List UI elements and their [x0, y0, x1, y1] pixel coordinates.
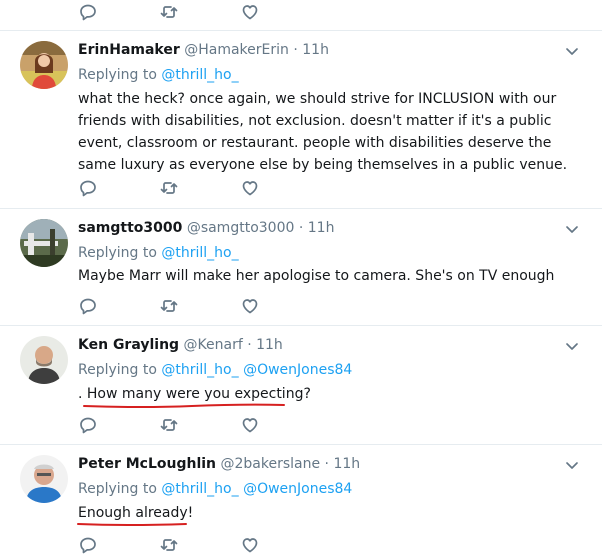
- display-name[interactable]: samgtto3000: [78, 220, 182, 236]
- timestamp[interactable]: 11h: [308, 220, 335, 236]
- display-name[interactable]: ErinHamaker: [78, 42, 180, 58]
- reply-icon[interactable]: [78, 2, 98, 22]
- retweet-icon[interactable]: [159, 2, 179, 22]
- like-icon[interactable]: [240, 2, 260, 22]
- chevron-down-icon[interactable]: [564, 338, 580, 354]
- avatar[interactable]: [20, 219, 68, 267]
- retweet-icon[interactable]: [159, 296, 179, 316]
- replying-to: Replying to @thrill_ho_: [78, 244, 239, 262]
- mention-link[interactable]: @OwenJones84: [243, 362, 352, 378]
- tweet[interactable]: ErinHamaker @HamakerErin · 11h Replying …: [0, 31, 602, 208]
- user-handle[interactable]: @2bakerslane: [220, 456, 320, 472]
- like-icon[interactable]: [240, 178, 260, 198]
- tweet-header: Peter McLoughlin @2bakerslane · 11h: [78, 455, 360, 473]
- like-icon[interactable]: [240, 296, 260, 316]
- tweet-feed: ErinHamaker @HamakerErin · 11h Replying …: [0, 0, 602, 557]
- user-handle[interactable]: @HamakerErin: [184, 42, 289, 58]
- replying-to: Replying to @thrill_ho_ @OwenJones84: [78, 361, 352, 379]
- separator: ·: [293, 42, 298, 58]
- reply-icon[interactable]: [78, 178, 98, 198]
- mention-link[interactable]: @thrill_ho_: [161, 67, 238, 83]
- separator: ·: [247, 337, 252, 353]
- avatar[interactable]: [20, 455, 68, 503]
- display-name[interactable]: Ken Grayling: [78, 337, 179, 353]
- mention-link[interactable]: @thrill_ho_: [161, 362, 238, 378]
- timestamp[interactable]: 11h: [302, 42, 329, 58]
- replying-to-label: Replying to: [78, 481, 157, 497]
- replying-to-label: Replying to: [78, 67, 157, 83]
- retweet-icon[interactable]: [159, 535, 179, 555]
- mention-link[interactable]: @OwenJones84: [243, 481, 352, 497]
- avatar[interactable]: [20, 41, 68, 89]
- tweet-header: ErinHamaker @HamakerErin · 11h: [78, 41, 329, 59]
- like-icon[interactable]: [240, 535, 260, 555]
- avatar[interactable]: [20, 336, 68, 384]
- separator: ·: [324, 456, 329, 472]
- timestamp[interactable]: 11h: [333, 456, 360, 472]
- replying-to-label: Replying to: [78, 362, 157, 378]
- user-handle[interactable]: @Kenarf: [184, 337, 243, 353]
- reply-icon[interactable]: [78, 415, 98, 435]
- tweet[interactable]: Ken Grayling @Kenarf · 11h Replying to @…: [0, 326, 602, 444]
- tweet-text: what the heck? once again, we should str…: [78, 91, 568, 173]
- reply-icon[interactable]: [78, 296, 98, 316]
- display-name[interactable]: Peter McLoughlin: [78, 456, 216, 472]
- replying-to: Replying to @thrill_ho_ @OwenJones84: [78, 480, 352, 498]
- tweet-header: Ken Grayling @Kenarf · 11h: [78, 336, 283, 354]
- like-icon[interactable]: [240, 415, 260, 435]
- chevron-down-icon[interactable]: [564, 43, 580, 59]
- replying-to: Replying to @thrill_ho_: [78, 66, 239, 84]
- tweet[interactable]: Peter McLoughlin @2bakerslane · 11h Repl…: [0, 445, 602, 557]
- chevron-down-icon[interactable]: [564, 221, 580, 237]
- user-handle[interactable]: @samgtto3000: [187, 220, 295, 236]
- separator: ·: [298, 220, 304, 236]
- mention-link[interactable]: @thrill_ho_: [161, 245, 238, 261]
- tweet[interactable]: samgtto3000 @samgtto3000 · 11h Replying …: [0, 209, 602, 325]
- tweet-header: samgtto3000 @samgtto3000 · 11h: [78, 219, 334, 237]
- tweet-text: Maybe Marr will make her apologise to ca…: [78, 268, 555, 284]
- reply-icon[interactable]: [78, 535, 98, 555]
- chevron-down-icon[interactable]: [564, 457, 580, 473]
- red-annotation-underline: [77, 523, 187, 526]
- timestamp[interactable]: 11h: [256, 337, 283, 353]
- retweet-icon[interactable]: [159, 415, 179, 435]
- red-annotation-underline: [83, 403, 285, 408]
- mention-link[interactable]: @thrill_ho_: [161, 481, 238, 497]
- retweet-icon[interactable]: [159, 178, 179, 198]
- replying-to-label: Replying to: [78, 245, 157, 261]
